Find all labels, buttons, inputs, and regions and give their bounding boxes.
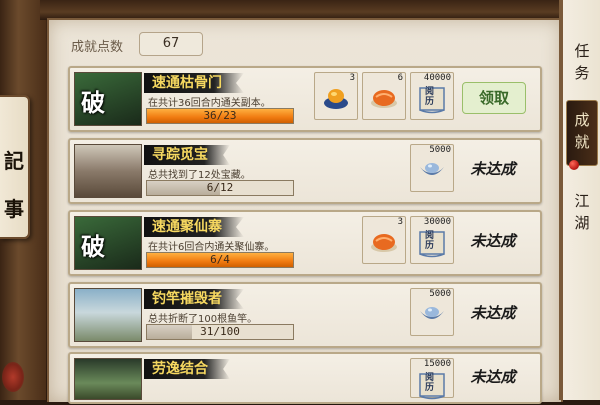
achievement-title: 劳逸结合 (144, 359, 230, 379)
reward-count: 5000 (429, 145, 451, 155)
reward-count: 30000 (423, 217, 451, 227)
achievement-row: 钓竿摧毁者总共折断了100根鱼竿。 31/100 5000 未达成 (68, 282, 542, 348)
left-plaque-char-1: 記 (4, 149, 24, 173)
achievement-points-label: 成就点数 (71, 40, 124, 55)
tab-jianghu[interactable]: 江 湖 (568, 190, 596, 234)
reward-item[interactable]: 5000 (410, 144, 454, 192)
reward-count: 3 (349, 73, 355, 83)
tab-achievements-char-2: 就 (574, 133, 590, 151)
tab-tasks-char-1: 任 (574, 42, 590, 60)
progress-text: 31/100 (200, 325, 240, 338)
broken-badge: 破 (81, 232, 105, 261)
achievement-progress-bar: 36/23 (146, 108, 294, 124)
reward-item[interactable]: 5000 (410, 288, 454, 336)
not-achieved-status: 未达成 (470, 304, 516, 322)
achievement-thumbnail: 破 (74, 216, 142, 270)
broken-badge: 破 (81, 88, 105, 117)
reward-count: 40000 (423, 73, 451, 83)
reward-item[interactable]: 阅历 15000 (410, 358, 454, 400)
bread-icon (369, 229, 399, 259)
reward-item[interactable]: 阅历 30000 (410, 216, 454, 264)
achievement-row: 寻踪觅宝总共找到了12处宝藏。 6/12 5000 未达成 (68, 138, 542, 204)
achievement-row: 破 速通聚仙寨在共计6回合内通关聚仙寨。 6/4 3 阅历 30000 未达成 (68, 210, 542, 276)
achievement-progress-bar: 6/4 (146, 252, 294, 268)
achievement-title: 速通枯骨门 (144, 73, 244, 93)
tab-tasks[interactable]: 任 务 (568, 40, 596, 84)
reward-label: 阅历 (425, 373, 435, 393)
achievement-thumbnail (74, 144, 142, 198)
left-side-plaque: 記 事 (0, 95, 30, 239)
achievement-progress-bar: 31/100 (146, 324, 294, 340)
claim-button[interactable]: 领取 (462, 82, 526, 114)
achievement-description: 在共计6回合内通关聚仙寨。 (148, 242, 275, 253)
reward-item[interactable]: 3 (362, 216, 406, 264)
reward-label: 阅历 (425, 87, 435, 107)
not-achieved-status: 未达成 (470, 368, 516, 386)
progress-text: 6/12 (206, 181, 234, 194)
achievement-points-value: 67 (139, 32, 203, 56)
achievement-title: 钓竿摧毁者 (144, 289, 244, 309)
tab-jianghu-char-1: 江 (574, 192, 590, 210)
reward-count: 3 (397, 217, 403, 227)
silver-ingot-icon (417, 301, 447, 331)
reward-count: 15000 (423, 359, 451, 369)
red-seal-decoration (2, 362, 24, 392)
bread-icon (369, 85, 399, 115)
reward-count: 6 (397, 73, 403, 83)
reward-count: 5000 (429, 289, 451, 299)
achievement-description: 在共计36回合内通关副本。 (148, 98, 271, 109)
left-plaque-char-2: 事 (4, 197, 24, 221)
right-tab-bar-edge (559, 0, 563, 400)
tab-tasks-char-2: 务 (574, 64, 590, 82)
reward-label: 阅历 (425, 231, 435, 251)
achievement-thumbnail: 破 (74, 72, 142, 126)
reward-item[interactable]: 阅历 40000 (410, 72, 454, 120)
reward-item[interactable]: 3 (314, 72, 358, 120)
achievement-row: 劳逸结合 阅历 15000 未达成 (68, 352, 542, 404)
achievement-title: 速通聚仙寨 (144, 217, 244, 237)
reward-item[interactable]: 6 (362, 72, 406, 120)
progress-text: 36/23 (203, 109, 237, 122)
bowl-icon (321, 85, 351, 115)
achievement-title: 寻踪觅宝 (144, 145, 230, 165)
notification-dot-icon (569, 160, 579, 170)
achievement-thumbnail (74, 358, 142, 400)
achievement-progress-bar: 6/12 (146, 180, 294, 196)
achievement-description: 总共折断了100根鱼竿。 (148, 314, 258, 325)
tab-achievements-char-1: 成 (574, 111, 590, 129)
not-achieved-status: 未达成 (470, 232, 516, 250)
progress-text: 6/4 (210, 253, 230, 266)
achievement-thumbnail (74, 288, 142, 342)
tab-jianghu-char-2: 湖 (574, 214, 590, 232)
tab-achievements[interactable]: 成 就 (566, 100, 598, 166)
achievement-description: 总共找到了12处宝藏。 (148, 170, 251, 181)
achievement-row: 破 速通枯骨门在共计36回合内通关副本。 36/23 3 6 阅历 40000 领取 (68, 66, 542, 132)
silver-ingot-icon (417, 157, 447, 187)
top-frame (40, 0, 565, 20)
not-achieved-status: 未达成 (470, 160, 516, 178)
